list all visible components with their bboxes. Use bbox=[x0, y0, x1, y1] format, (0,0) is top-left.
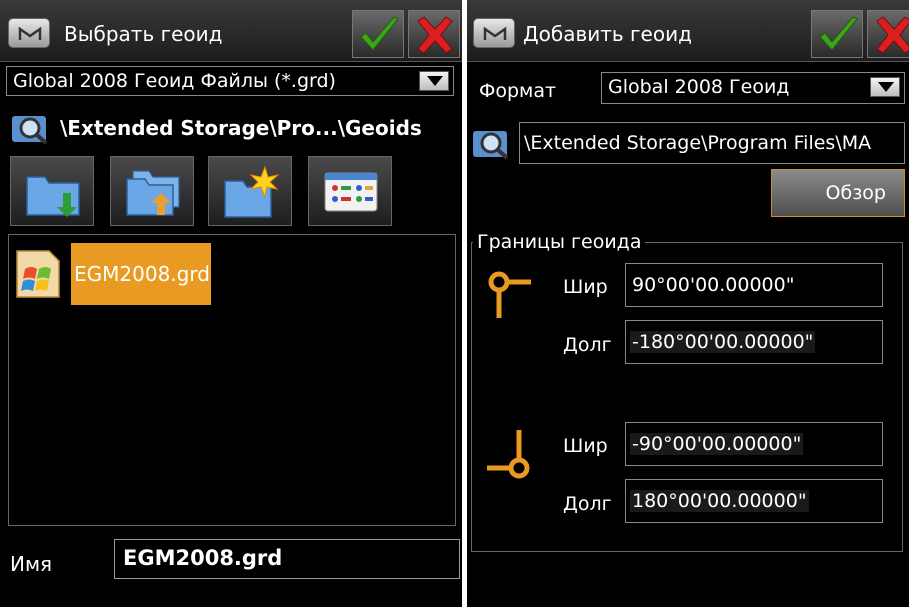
folder-down-icon bbox=[26, 176, 80, 217]
dropdown-arrow-icon[interactable] bbox=[870, 77, 900, 97]
file-name: EGM2008.grd bbox=[71, 243, 211, 305]
bottom-lat-input[interactable]: -90°00'00.00000" bbox=[625, 422, 883, 466]
folder-up-icon bbox=[126, 170, 180, 216]
windows-file-icon bbox=[16, 250, 60, 298]
geoid-path-field[interactable]: \Extended Storage\Program Files\MA bbox=[519, 122, 905, 164]
menu-button[interactable] bbox=[473, 18, 515, 48]
title-bar: Выбрать геоид bbox=[0, 0, 462, 62]
file-type-value: Global 2008 Геоид Файлы (*.grd) bbox=[13, 70, 336, 92]
current-path: \Extended Storage\Pro...\Geoids bbox=[60, 116, 422, 140]
checkmark-icon bbox=[360, 16, 399, 51]
list-item[interactable]: EGM2008.grd bbox=[15, 243, 215, 305]
menu-m-icon bbox=[18, 26, 42, 40]
format-label: Формат bbox=[479, 80, 557, 102]
select-geoid-window: Выбрать геоид Global 2008 Геоид Файлы (*… bbox=[0, 0, 462, 607]
top-left-corner-icon bbox=[488, 271, 531, 318]
file-name-input[interactable]: EGM2008.grd bbox=[114, 539, 460, 579]
new-folder-icon bbox=[224, 165, 280, 218]
folder-up-button[interactable] bbox=[110, 156, 194, 226]
bottom-lon-input[interactable]: 180°00'00.00000" bbox=[625, 479, 883, 523]
add-geoid-window: Добавить геоид Формат Global 2008 Геоид … bbox=[467, 0, 909, 607]
accept-button[interactable] bbox=[811, 10, 863, 58]
window-title: Добавить геоид bbox=[523, 22, 692, 46]
new-folder-button[interactable] bbox=[208, 156, 292, 226]
top-lon-label: Долг bbox=[563, 334, 612, 356]
top-lat-label: Шир bbox=[563, 276, 608, 298]
window-title: Выбрать геоид bbox=[64, 22, 223, 46]
top-lon-value: -180°00'00.00000" bbox=[630, 331, 816, 353]
menu-m-icon bbox=[483, 26, 507, 40]
bottom-lat-label: Шир bbox=[563, 435, 608, 457]
name-label: Имя bbox=[10, 552, 53, 576]
bottom-lon-value: 180°00'00.00000" bbox=[630, 490, 809, 512]
format-value: Global 2008 Геоид bbox=[608, 76, 790, 98]
search-folder-icon bbox=[12, 116, 48, 145]
bottom-lat-value: -90°00'00.00000" bbox=[630, 433, 804, 455]
top-lon-input[interactable]: -180°00'00.00000" bbox=[625, 320, 883, 364]
close-x-icon bbox=[417, 16, 453, 54]
browse-button[interactable]: Обзор bbox=[771, 169, 905, 217]
geoid-bounds-title: Границы геоида bbox=[473, 231, 646, 253]
top-lat-value: 90°00'00.00000" bbox=[632, 274, 795, 296]
close-x-icon bbox=[876, 16, 909, 54]
list-view-button[interactable] bbox=[308, 156, 392, 226]
file-type-combo[interactable]: Global 2008 Геоид Файлы (*.grd) bbox=[6, 66, 454, 96]
accept-button[interactable] bbox=[352, 10, 404, 58]
list-view-icon bbox=[324, 172, 378, 212]
geoid-path-value: \Extended Storage\Program Files\MA bbox=[524, 132, 872, 154]
file-list[interactable]: EGM2008.grd bbox=[8, 234, 456, 526]
title-bar: Добавить геоид bbox=[467, 0, 909, 62]
folder-down-button[interactable] bbox=[10, 156, 94, 226]
checkmark-icon bbox=[819, 16, 858, 51]
dropdown-arrow-icon[interactable] bbox=[419, 71, 449, 91]
cancel-button[interactable] bbox=[867, 10, 909, 58]
menu-button[interactable] bbox=[8, 18, 50, 48]
bottom-right-corner-icon bbox=[487, 430, 530, 479]
top-lat-input[interactable]: 90°00'00.00000" bbox=[625, 263, 883, 307]
bottom-lon-label: Долг bbox=[563, 493, 612, 515]
cancel-button[interactable] bbox=[408, 10, 460, 58]
format-combo[interactable]: Global 2008 Геоид bbox=[601, 72, 905, 104]
search-folder-icon bbox=[473, 131, 509, 160]
